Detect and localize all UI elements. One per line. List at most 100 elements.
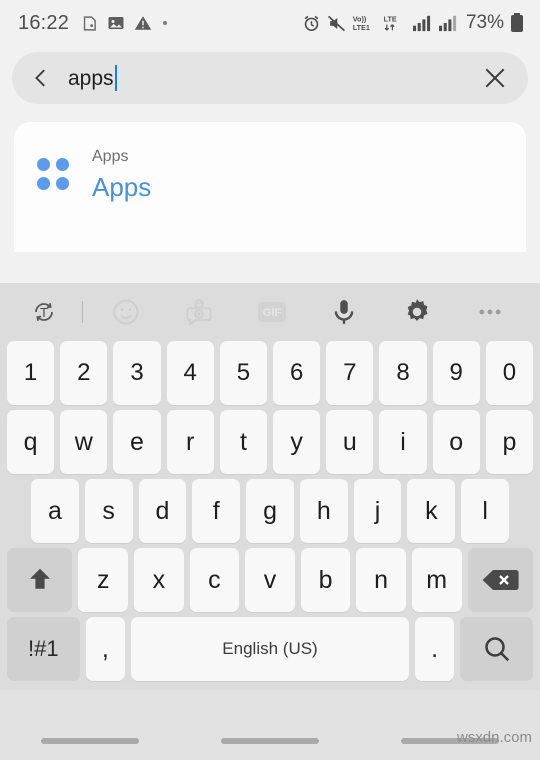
- battery-percent-label: 73%: [465, 12, 504, 33]
- key-6[interactable]: 6: [273, 341, 321, 405]
- key-5[interactable]: 5: [219, 341, 268, 405]
- battery-icon: [510, 13, 524, 33]
- key-j[interactable]: j: [353, 479, 402, 543]
- status-bar: 16:22 Vo)) LTE1 LTE 73%: [0, 0, 540, 46]
- search-input[interactable]: apps: [56, 65, 480, 91]
- back-chevron-icon[interactable]: [26, 67, 56, 89]
- watermark: wsxdn.com: [456, 729, 532, 746]
- status-bar-right: Vo)) LTE1 LTE 73%: [302, 12, 524, 34]
- text-caret: [114, 65, 117, 91]
- key-g[interactable]: g: [246, 479, 294, 543]
- phone-screen: 16:22 Vo)) LTE1 LTE 73% apps Apps Apps T…: [0, 0, 540, 760]
- image-icon: [107, 14, 125, 32]
- symbols-key[interactable]: !#1: [7, 617, 80, 681]
- key-r[interactable]: r: [166, 410, 214, 474]
- lte-data-icon: LTE: [382, 13, 406, 33]
- sim-card-icon: [81, 15, 98, 32]
- sticker-icon[interactable]: [163, 283, 236, 341]
- emoji-icon[interactable]: [90, 283, 163, 341]
- sound-mute-icon: [327, 14, 346, 33]
- result-title[interactable]: Apps: [92, 170, 151, 205]
- nav-recents-pill[interactable]: [41, 738, 139, 744]
- key-n[interactable]: n: [356, 548, 406, 612]
- key-w[interactable]: w: [60, 410, 108, 474]
- period-key[interactable]: .: [414, 617, 455, 681]
- apps-grid-icon: [14, 144, 92, 190]
- signal-bars-icon-2: [438, 14, 458, 32]
- key-0[interactable]: 0: [485, 341, 534, 405]
- svg-text:LTE: LTE: [384, 14, 397, 23]
- key-c[interactable]: c: [189, 548, 240, 612]
- svg-text:LTE1: LTE1: [353, 23, 370, 32]
- nav-home-pill[interactable]: [221, 738, 319, 744]
- result-category: Apps: [92, 148, 129, 165]
- search-results: Apps Apps: [0, 112, 540, 283]
- on-screen-keyboard: T GIF 1 2 3 4 5 6 7 8 9 0 q w e r t y u …: [0, 283, 540, 690]
- key-m[interactable]: m: [411, 548, 462, 612]
- apps-grid-dot: [37, 158, 50, 171]
- keyboard-row-home: a s d f g h j k l: [0, 479, 540, 543]
- key-e[interactable]: e: [113, 410, 161, 474]
- search-input-value: apps: [68, 66, 114, 90]
- key-y[interactable]: y: [273, 410, 321, 474]
- svg-text:GIF: GIF: [263, 307, 282, 319]
- dot-icon: [161, 19, 169, 27]
- key-x[interactable]: x: [134, 548, 184, 612]
- key-4[interactable]: 4: [166, 341, 214, 405]
- comma-key[interactable]: ,: [85, 617, 126, 681]
- settings-gear-icon[interactable]: [381, 283, 454, 341]
- more-options-icon[interactable]: [453, 283, 526, 341]
- status-clock: 16:22: [18, 11, 70, 34]
- key-i[interactable]: i: [379, 410, 427, 474]
- key-1[interactable]: 1: [7, 341, 55, 405]
- space-key[interactable]: English (US): [131, 617, 409, 681]
- keyboard-row-numbers: 1 2 3 4 5 6 7 8 9 0: [0, 341, 540, 405]
- warning-triangle-icon: [134, 14, 152, 32]
- microphone-icon[interactable]: [308, 283, 381, 341]
- volte-lte1-icon: Vo)) LTE1: [352, 13, 376, 33]
- keyboard-toolbar: T GIF: [0, 283, 540, 341]
- key-h[interactable]: h: [299, 479, 348, 543]
- backspace-key-icon[interactable]: [467, 548, 533, 612]
- key-o[interactable]: o: [432, 410, 480, 474]
- keyboard-row-qwerty: q w e r t y u i o p: [0, 410, 540, 474]
- key-d[interactable]: d: [138, 479, 187, 543]
- key-k[interactable]: k: [407, 479, 456, 543]
- close-x-icon[interactable]: [480, 65, 510, 91]
- key-z[interactable]: z: [78, 548, 129, 612]
- keyboard-row-zxcvbnm: z x c v b n m: [0, 548, 540, 612]
- signal-bars-icon-1: [412, 14, 432, 32]
- key-l[interactable]: l: [461, 479, 510, 543]
- apps-grid-dot: [56, 158, 69, 171]
- key-b[interactable]: b: [300, 548, 351, 612]
- search-key-icon[interactable]: [460, 617, 534, 681]
- result-text-block: Apps Apps: [92, 144, 151, 205]
- alarm-clock-icon: [302, 14, 321, 33]
- key-t[interactable]: t: [219, 410, 268, 474]
- key-u[interactable]: u: [326, 410, 374, 474]
- key-7[interactable]: 7: [326, 341, 374, 405]
- key-v[interactable]: v: [245, 548, 295, 612]
- result-item-apps[interactable]: Apps Apps: [14, 122, 526, 252]
- svg-text:T: T: [40, 305, 48, 320]
- shift-key-icon[interactable]: [7, 548, 73, 612]
- status-bar-left: 16:22: [18, 12, 169, 35]
- search-bar-container: apps: [0, 46, 540, 112]
- system-navigation-bar: wsxdn.com: [0, 690, 540, 760]
- gif-icon[interactable]: GIF: [235, 283, 308, 341]
- svg-text:Vo)): Vo)): [353, 14, 367, 23]
- toolbar-divider: [74, 301, 90, 323]
- key-s[interactable]: s: [84, 479, 133, 543]
- key-2[interactable]: 2: [60, 341, 108, 405]
- key-q[interactable]: q: [7, 410, 55, 474]
- key-f[interactable]: f: [192, 479, 241, 543]
- key-a[interactable]: a: [31, 479, 79, 543]
- key-9[interactable]: 9: [432, 341, 480, 405]
- key-8[interactable]: 8: [379, 341, 427, 405]
- apps-grid-dot: [37, 177, 50, 190]
- keyboard-row-bottom: !#1 , English (US) .: [0, 617, 540, 681]
- search-bar[interactable]: apps: [12, 52, 528, 104]
- key-3[interactable]: 3: [113, 341, 161, 405]
- translate-icon[interactable]: T: [14, 283, 74, 341]
- key-p[interactable]: p: [485, 410, 534, 474]
